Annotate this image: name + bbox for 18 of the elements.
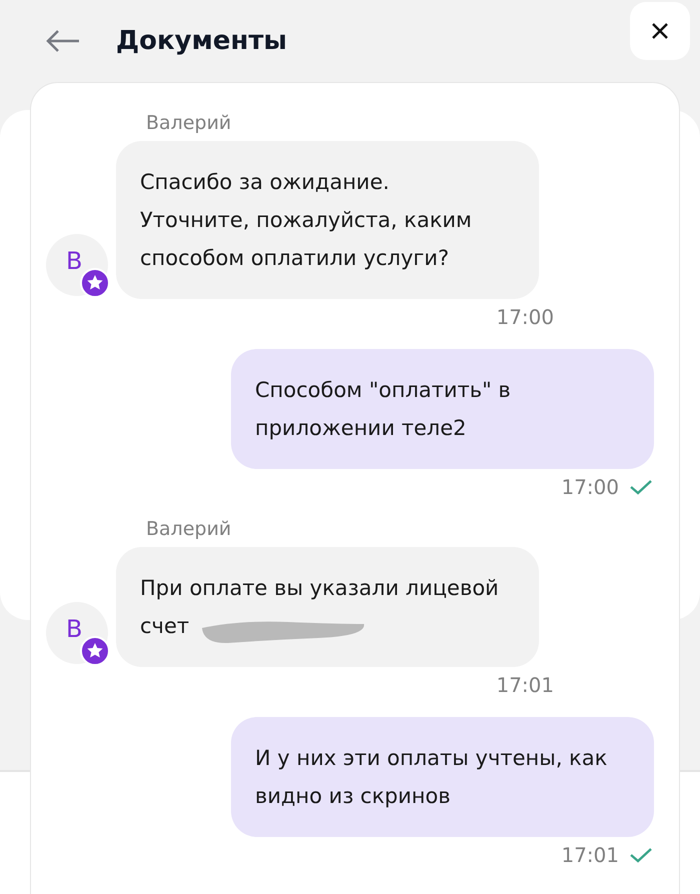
avatar-letter: В bbox=[66, 246, 82, 276]
message-time: 17:01 bbox=[561, 843, 619, 867]
back-arrow-icon[interactable] bbox=[46, 29, 80, 53]
sender-name: Валерий bbox=[146, 517, 232, 541]
message-time: 17:00 bbox=[561, 475, 619, 499]
close-icon bbox=[651, 22, 669, 40]
avatar-letter: В bbox=[66, 614, 82, 644]
page-title: Документы bbox=[116, 26, 288, 56]
star-badge-icon bbox=[80, 636, 110, 666]
message-text: При оплате вы указали лицевой счет bbox=[140, 575, 500, 640]
message-text: И у них эти оплаты учтены, как видно из скринов bbox=[255, 745, 608, 810]
close-button[interactable] bbox=[630, 2, 690, 60]
message-time: 17:00 bbox=[496, 305, 554, 329]
sender-name: Валерий bbox=[146, 111, 232, 135]
message-text: Спасибо за ожидание. Уточните, пожалуйста, каким способом оплатили услуги? bbox=[140, 169, 473, 272]
message-time: 17:01 bbox=[496, 673, 554, 697]
message-text: Способом "оплатить" в приложении теле2 bbox=[255, 377, 512, 442]
star-badge-icon bbox=[80, 268, 110, 298]
